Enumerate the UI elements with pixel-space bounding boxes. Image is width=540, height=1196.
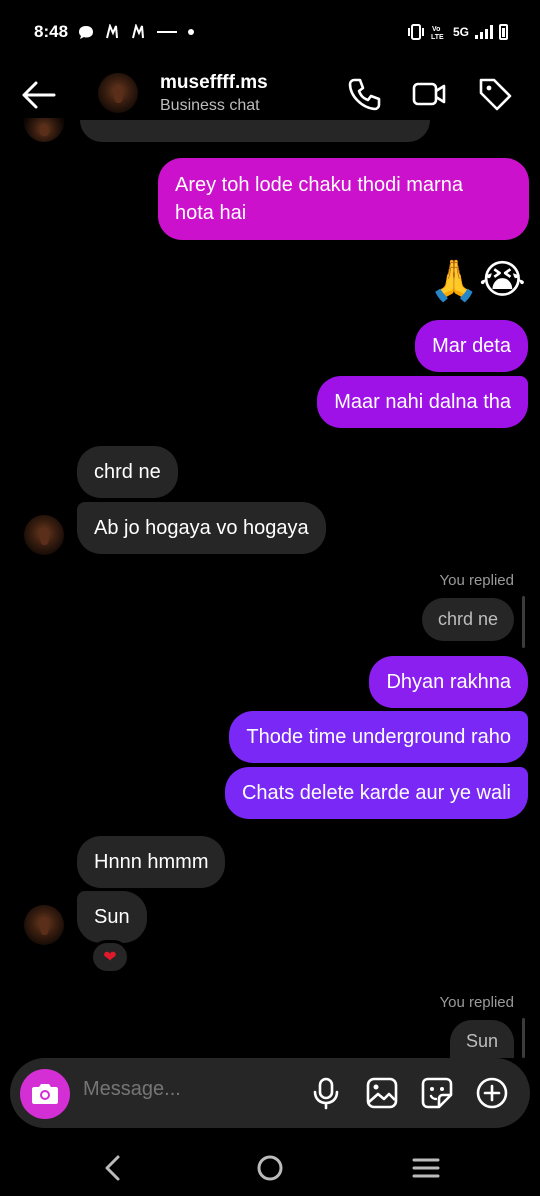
incoming-message[interactable]: Hnnn hmmm bbox=[77, 836, 226, 888]
nav-recents-icon[interactable] bbox=[410, 1152, 442, 1184]
signal-icon bbox=[475, 25, 493, 39]
incoming-message[interactable]: chrd ne bbox=[77, 446, 178, 498]
outgoing-message[interactable]: Mar deta bbox=[415, 320, 528, 372]
nav-home-icon[interactable] bbox=[254, 1152, 286, 1184]
chat-notification-icon bbox=[79, 26, 93, 39]
reply-indicator-bar bbox=[522, 1018, 525, 1058]
reply-quoted-message[interactable]: Sun bbox=[449, 1020, 514, 1058]
back-arrow-icon[interactable] bbox=[20, 80, 56, 110]
network-type: 5G bbox=[452, 25, 469, 39]
video-icon[interactable] bbox=[411, 76, 447, 112]
notification-icons bbox=[78, 22, 194, 42]
zomato-notification-icon bbox=[157, 31, 177, 33]
camera-icon bbox=[32, 1084, 58, 1104]
contact-subtitle: Business chat bbox=[160, 97, 260, 114]
message-text-line: hota hai bbox=[175, 202, 247, 224]
message-composer bbox=[10, 1058, 530, 1128]
sender-avatar[interactable] bbox=[24, 515, 64, 555]
heart-reaction[interactable]: ❤ bbox=[90, 940, 130, 974]
you-replied-label: You replied bbox=[439, 572, 514, 589]
app-notification-icon bbox=[106, 24, 118, 39]
contact-username[interactable]: museffff.ms bbox=[160, 72, 268, 94]
volte-icon: VoLTE bbox=[431, 26, 444, 41]
outgoing-message[interactable]: Thode time underground raho bbox=[229, 711, 528, 763]
status-bar: 8:48 Vo LTE 5G bbox=[0, 0, 540, 62]
previous-message-edge bbox=[80, 120, 430, 142]
vibrate-icon bbox=[407, 24, 424, 40]
sticker-icon[interactable] bbox=[419, 1075, 455, 1111]
svg-text:LTE: LTE bbox=[431, 34, 444, 41]
phone-icon[interactable] bbox=[346, 76, 382, 112]
emoji-crying-face[interactable]: 😭 bbox=[479, 257, 526, 303]
emoji-folded-hands[interactable]: 🙏 bbox=[429, 257, 479, 304]
mic-icon[interactable] bbox=[308, 1075, 344, 1111]
sender-avatar[interactable] bbox=[24, 905, 64, 945]
outgoing-message[interactable]: Chats delete karde aur ye wali bbox=[224, 767, 528, 819]
status-right-icons: Vo LTE 5G bbox=[407, 22, 508, 42]
contact-avatar[interactable] bbox=[98, 73, 138, 113]
more-notifications-dot bbox=[188, 29, 194, 35]
previous-message-avatar bbox=[24, 118, 64, 142]
outgoing-message[interactable]: Arey toh lode chaku thodi marna hota hai bbox=[158, 158, 529, 240]
you-replied-label: You replied bbox=[439, 994, 514, 1011]
camera-button[interactable] bbox=[20, 1069, 70, 1119]
incoming-message[interactable]: Ab jo hogaya vo hogaya bbox=[77, 502, 326, 554]
outgoing-message[interactable]: Maar nahi dalna tha bbox=[317, 376, 528, 428]
message-input[interactable] bbox=[83, 1078, 303, 1101]
outgoing-message[interactable]: Dhyan rakhna bbox=[369, 656, 528, 708]
plus-icon[interactable] bbox=[474, 1075, 510, 1111]
incoming-message[interactable]: Sun bbox=[77, 891, 147, 943]
system-nav-bar bbox=[0, 1140, 540, 1196]
reply-indicator-bar bbox=[522, 596, 525, 648]
app-notification-icon-2 bbox=[132, 24, 144, 39]
gallery-icon[interactable] bbox=[364, 1075, 400, 1111]
status-time: 8:48 bbox=[34, 22, 69, 41]
tag-icon[interactable] bbox=[477, 76, 513, 112]
message-text-line: Arey toh lode chaku thodi marna bbox=[175, 174, 463, 196]
battery-icon bbox=[499, 24, 508, 40]
heart-icon: ❤ bbox=[103, 949, 117, 966]
reply-quoted-message[interactable]: chrd ne bbox=[421, 598, 514, 641]
svg-text:Vo: Vo bbox=[432, 26, 440, 33]
nav-back-icon[interactable] bbox=[98, 1152, 130, 1184]
